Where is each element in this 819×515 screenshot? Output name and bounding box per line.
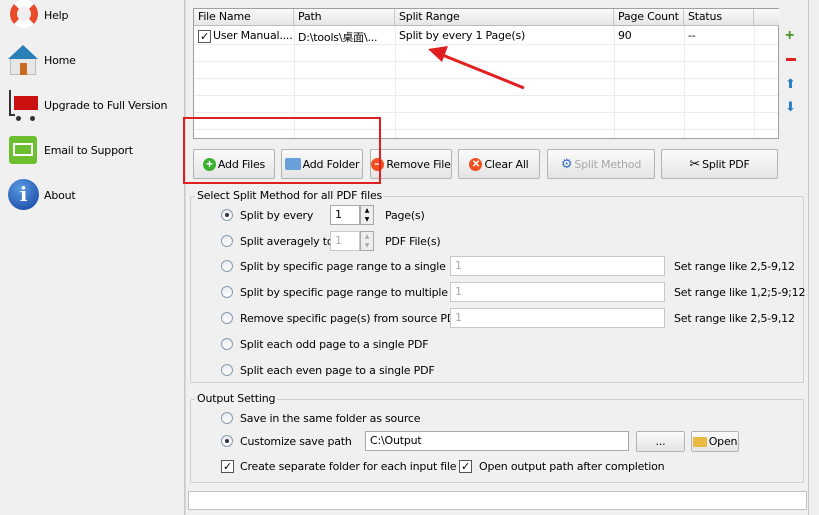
remove-pages-input[interactable]: 1 — [450, 308, 665, 328]
gear-icon: ⚙ — [560, 156, 573, 172]
split-every-unit: Page(s) — [385, 209, 425, 222]
remove-file-button[interactable]: − Remove File — [370, 149, 452, 179]
group-title: Select Split Method for all PDF files — [195, 189, 385, 202]
odd-pages-label: Split each odd page to a single PDF — [240, 338, 429, 351]
sidebar-divider — [184, 0, 186, 515]
split-every-label: Split by every — [240, 209, 314, 222]
open-after-checkbox[interactable]: ✓ — [459, 460, 472, 473]
split-average-radio[interactable] — [221, 235, 233, 247]
separate-folder-checkbox[interactable]: ✓ — [221, 460, 234, 473]
move-down-icon[interactable]: ⬇ — [785, 100, 796, 115]
remove-pages-radio[interactable] — [221, 312, 233, 324]
add-icon[interactable]: + — [785, 27, 794, 45]
split-average-label: Split averagely to — [240, 235, 334, 248]
column-header-filler — [754, 9, 779, 26]
column-header-page-count[interactable]: Page Count — [614, 9, 684, 26]
cell-file-name: User Manual.... — [213, 29, 293, 42]
scissors-icon: ✂ — [689, 156, 701, 172]
same-folder-radio[interactable] — [221, 412, 233, 424]
even-pages-label: Split each even page to a single PDF — [240, 364, 435, 377]
remove-icon[interactable] — [786, 58, 796, 61]
column-header-path[interactable]: Path — [294, 9, 395, 26]
split-average-input[interactable]: 1 — [330, 231, 360, 251]
split-method-button[interactable]: ⚙ Split Method — [547, 149, 655, 179]
info-icon: i — [6, 178, 40, 212]
column-header-split-range[interactable]: Split Range — [395, 9, 614, 26]
home-icon — [6, 43, 40, 77]
lifebuoy-icon — [6, 0, 40, 32]
customize-path-label: Customize save path — [240, 435, 352, 448]
range-single-hint: Set range like 2,5-9,12 — [674, 260, 795, 273]
column-header-status[interactable]: Status — [684, 9, 754, 26]
range-single-radio[interactable] — [221, 260, 233, 272]
column-header-file-name[interactable]: File Name — [194, 9, 294, 26]
cart-icon — [6, 88, 40, 122]
same-folder-label: Save in the same folder as source — [240, 412, 421, 425]
sidebar-item-about[interactable]: i About — [6, 177, 76, 213]
range-single-label: Split by specific page range to a single… — [240, 260, 470, 273]
sidebar-item-help[interactable]: Help — [6, 0, 68, 33]
open-button[interactable]: Open — [691, 431, 739, 452]
odd-pages-radio[interactable] — [221, 338, 233, 350]
range-multi-hint: Set range like 1,2;5-9;12 — [674, 286, 806, 299]
output-path-input[interactable]: C:\Output — [365, 431, 629, 451]
email-icon — [6, 133, 40, 167]
range-multi-input[interactable]: 1 — [450, 282, 665, 302]
remove-pages-hint: Set range like 2,5-9,12 — [674, 312, 795, 325]
cell-status: -- — [688, 29, 696, 42]
folder-icon — [692, 436, 707, 447]
sidebar-item-label: Upgrade to Full Version — [44, 98, 168, 112]
split-every-input[interactable]: 1 — [330, 205, 360, 225]
range-multi-radio[interactable] — [221, 286, 233, 298]
open-after-label: Open output path after completion — [479, 460, 665, 473]
remove-pages-label: Remove specific page(s) from source PDF — [240, 312, 462, 325]
split-pdf-button[interactable]: ✂ Split PDF — [661, 149, 778, 179]
cell-page-count: 90 — [618, 29, 632, 42]
split-average-spinner[interactable]: ▲ ▼ — [360, 231, 374, 251]
split-every-radio[interactable] — [221, 209, 233, 221]
range-single-input[interactable]: 1 — [450, 256, 665, 276]
sidebar-item-email[interactable]: Email to Support — [6, 132, 133, 168]
customize-path-radio[interactable] — [221, 435, 233, 447]
sidebar-item-label: About — [44, 188, 76, 202]
clear-all-button[interactable]: ✕ Clear All — [458, 149, 540, 179]
split-every-spinner[interactable]: ▲ ▼ — [360, 205, 374, 225]
annotation-highlight-box — [183, 117, 381, 184]
group-title: Output Setting — [195, 392, 278, 405]
move-up-icon[interactable]: ⬆ — [785, 77, 796, 92]
clear-icon: ✕ — [469, 157, 483, 171]
range-multi-label: Split by specific page range to multiple… — [240, 286, 472, 299]
even-pages-radio[interactable] — [221, 364, 233, 376]
annotation-arrow — [428, 46, 525, 90]
browse-button[interactable]: ... — [636, 431, 685, 452]
sidebar-item-upgrade[interactable]: Upgrade to Full Version — [6, 87, 167, 123]
window-border — [808, 0, 809, 515]
sidebar-item-home[interactable]: Home — [6, 42, 76, 78]
sidebar-item-label: Email to Support — [44, 143, 133, 157]
separate-folder-label: Create separate folder for each input fi… — [240, 460, 457, 473]
status-bar — [188, 491, 807, 510]
sidebar-item-label: Home — [44, 53, 76, 67]
cell-path: D:\tools\桌面\... — [298, 31, 378, 44]
split-average-unit: PDF File(s) — [385, 235, 441, 248]
sidebar-item-label: Help — [44, 8, 69, 22]
